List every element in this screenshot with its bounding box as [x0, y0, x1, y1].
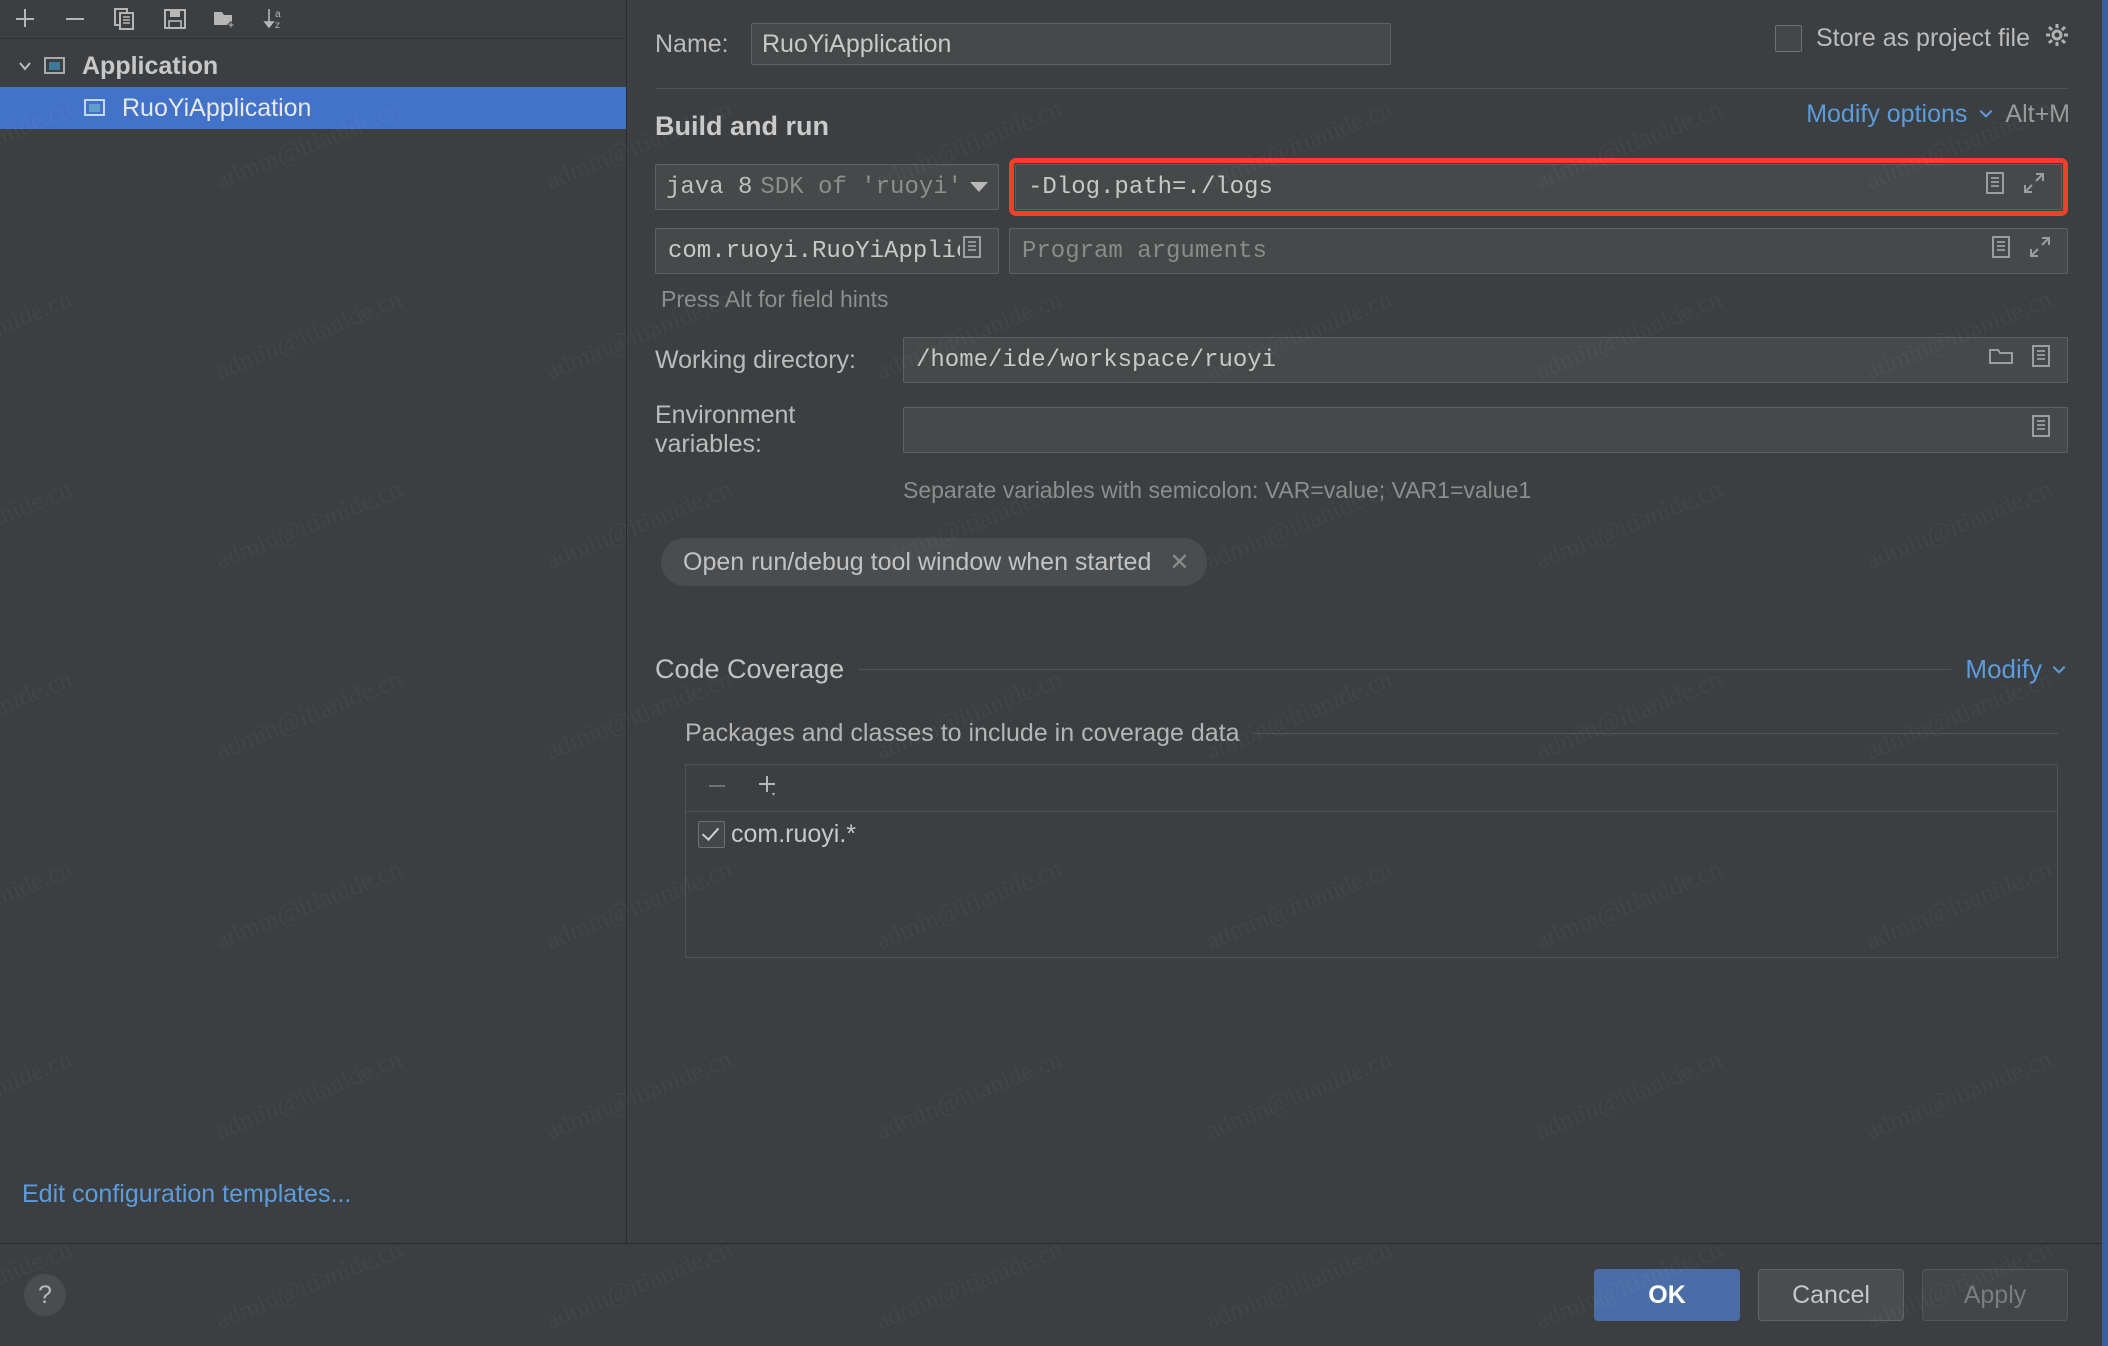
dropdown-caret-icon[interactable]: [970, 182, 988, 192]
cancel-button[interactable]: Cancel: [1758, 1269, 1904, 1321]
expand-editor-icon[interactable]: [2027, 234, 2053, 268]
application-type-icon: [42, 53, 72, 79]
dialog-buttons: OK Cancel Apply: [1594, 1269, 2068, 1321]
list-item[interactable]: com.ruoyi.*: [698, 820, 2057, 849]
jdk-and-vm-options-row: java 8 SDK of 'ruoyi' mod -Dlog.path=./l…: [655, 158, 2068, 216]
coverage-item-checkbox[interactable]: [698, 821, 725, 848]
code-coverage-modify-link[interactable]: Modify: [1965, 654, 2068, 685]
tree-group-application[interactable]: Application: [0, 45, 626, 87]
coverage-list-box: com.ruoyi.*: [685, 764, 2058, 958]
store-as-project-file-checkbox[interactable]: [1775, 25, 1802, 52]
coverage-packages-header: Packages and classes to include in cover…: [685, 719, 2068, 748]
svg-text:z: z: [275, 20, 280, 31]
sidebar-toolbar: a z: [0, 0, 626, 39]
store-as-project-file-label: Store as project file: [1816, 24, 2030, 52]
working-directory-row: Working directory: /home/ide/workspace/r…: [655, 337, 2068, 383]
program-arguments-placeholder: Program arguments: [1022, 237, 1267, 265]
name-label: Name:: [655, 29, 729, 58]
environment-variables-input[interactable]: [903, 407, 2068, 453]
dialog-footer: ? OK Cancel Apply: [0, 1243, 2108, 1346]
open-tool-window-chip[interactable]: Open run/debug tool window when started …: [661, 538, 1208, 586]
field-hint-text: Press Alt for field hints: [661, 286, 889, 312]
coverage-items-list: com.ruoyi.*: [686, 812, 2057, 849]
macro-list-icon[interactable]: [1989, 234, 2013, 268]
name-divider: [655, 88, 2068, 89]
main-class-input[interactable]: com.ruoyi.RuoYiApplication: [655, 228, 999, 274]
edit-configuration-templates-link[interactable]: Edit configuration templates...: [22, 1180, 351, 1208]
environment-variables-note: Separate variables with semicolon: VAR=v…: [903, 477, 1532, 503]
code-coverage-divider: [858, 669, 1952, 670]
code-coverage-modify-label: Modify: [1965, 654, 2042, 684]
folder-browse-icon[interactable]: [1987, 343, 2015, 377]
add-package-icon[interactable]: [754, 772, 782, 805]
code-coverage-title: Code Coverage: [655, 654, 845, 684]
gear-icon[interactable]: [2044, 22, 2070, 55]
browse-class-icon[interactable]: [960, 234, 984, 268]
jdk-secondary-label: SDK of 'ruoyi' mod: [760, 173, 964, 201]
macro-list-icon[interactable]: [1983, 170, 2007, 204]
name-input[interactable]: RuoYiApplication: [751, 23, 1391, 65]
expand-editor-icon[interactable]: [2021, 170, 2047, 204]
close-icon[interactable]: ✕: [1169, 548, 1189, 577]
main-class-row: com.ruoyi.RuoYiApplication Program arg: [655, 228, 2068, 274]
modify-options-link[interactable]: Modify options: [1806, 100, 1967, 129]
macro-list-icon[interactable]: [2029, 343, 2053, 377]
remove-package-icon: [704, 773, 730, 804]
configuration-tree: Application RuoYiApplication: [0, 39, 626, 1180]
vm-options-highlight: -Dlog.path=./logs: [1009, 158, 2068, 216]
coverage-item-label: com.ruoyi.*: [731, 820, 857, 848]
macro-list-icon[interactable]: [2029, 413, 2053, 447]
code-coverage-header: Code Coverage Modify: [655, 654, 2068, 685]
remove-configuration-icon[interactable]: [60, 4, 90, 34]
main-class-value: com.ruoyi.RuoYiApplication: [668, 237, 960, 265]
sort-alphabetically-icon[interactable]: a z: [260, 4, 290, 34]
coverage-list-toolbar: [686, 765, 2057, 812]
window-edge-accent: [2102, 0, 2108, 1346]
working-directory-input[interactable]: /home/ide/workspace/ruoyi: [903, 337, 2068, 383]
tree-group-label: Application: [82, 51, 219, 80]
name-input-value: RuoYiApplication: [762, 29, 952, 58]
vm-options-value: -Dlog.path=./logs: [1028, 173, 1273, 201]
sidebar-item-ruoyiapplication[interactable]: RuoYiApplication: [0, 87, 626, 129]
modify-options-shortcut: Alt+M: [2005, 100, 2070, 128]
sidebar-footer: Edit configuration templates...: [0, 1180, 626, 1243]
chevron-down-icon[interactable]: [12, 58, 38, 74]
apply-button[interactable]: Apply: [1922, 1269, 2068, 1321]
svg-text:a: a: [275, 9, 281, 20]
environment-variables-row: Environment variables:: [655, 401, 2068, 459]
environment-variables-label: Environment variables:: [655, 401, 796, 458]
chevron-down-icon[interactable]: [2050, 654, 2068, 685]
sidebar-item-label: RuoYiApplication: [122, 93, 312, 122]
program-arguments-input[interactable]: Program arguments: [1009, 228, 2068, 274]
add-configuration-icon[interactable]: [10, 4, 40, 34]
coverage-packages-subtitle: Packages and classes to include in cover…: [685, 719, 1240, 747]
run-configuration-icon: [82, 95, 112, 121]
vm-options-input[interactable]: -Dlog.path=./logs: [1015, 164, 2062, 210]
working-directory-label: Working directory:: [655, 345, 856, 374]
chevron-down-icon[interactable]: [1977, 100, 1995, 129]
configurations-sidebar: a z Application RuoYiApplication Edit co…: [0, 0, 627, 1243]
save-configuration-icon[interactable]: [160, 4, 190, 34]
store-as-project-file-row[interactable]: Store as project file: [1775, 22, 2070, 55]
working-directory-value: /home/ide/workspace/ruoyi: [916, 346, 1277, 374]
configuration-editor-panel: Name: RuoYiApplication Store as project …: [627, 0, 2108, 1243]
help-button[interactable]: ?: [24, 1274, 66, 1316]
copy-configuration-icon[interactable]: [110, 4, 140, 34]
modify-options-row: Modify options Alt+M: [1806, 100, 2070, 129]
new-folder-icon[interactable]: [210, 4, 240, 34]
open-tool-window-chip-label: Open run/debug tool window when started: [683, 547, 1152, 576]
coverage-packages-divider: [1253, 733, 2058, 734]
jdk-selector[interactable]: java 8 SDK of 'ruoyi' mod: [655, 164, 999, 210]
jdk-primary-label: java 8: [666, 173, 753, 201]
ok-button[interactable]: OK: [1594, 1269, 1740, 1321]
